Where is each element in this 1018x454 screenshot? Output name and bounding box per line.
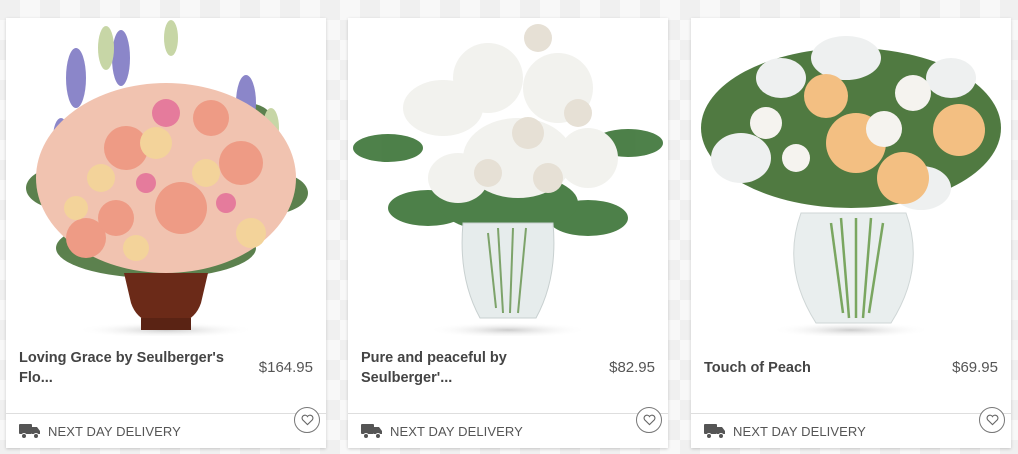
product-price: $69.95 [952, 359, 998, 376]
delivery-truck-icon [361, 424, 382, 439]
product-card[interactable]: Loving Grace by Seulberger's Flo... $164… [6, 18, 326, 448]
delivery-label: NEXT DAY DELIVERY [390, 424, 523, 439]
delivery-label: NEXT DAY DELIVERY [733, 424, 866, 439]
favorite-button[interactable] [979, 407, 1005, 433]
product-image[interactable] [6, 18, 326, 336]
product-card[interactable]: Touch of Peach $69.95 NEXT DAY DELIVERY [691, 18, 1011, 448]
product-title[interactable]: Pure and peaceful by Seulberger'... [361, 348, 576, 388]
favorite-button[interactable] [294, 407, 320, 433]
flower-arrangement-image [26, 20, 308, 336]
heart-icon [643, 414, 655, 426]
flower-arrangement-image [353, 24, 663, 336]
product-price: $82.95 [609, 359, 655, 376]
delivery-truck-icon [19, 424, 40, 439]
product-footer: NEXT DAY DELIVERY [691, 407, 1011, 448]
product-footer: NEXT DAY DELIVERY [6, 407, 326, 448]
product-image[interactable] [691, 18, 1011, 336]
delivery-label: NEXT DAY DELIVERY [48, 424, 181, 439]
delivery-truck-icon [704, 424, 725, 439]
favorite-button[interactable] [636, 407, 662, 433]
product-card[interactable]: Pure and peaceful by Seulberger'... $82.… [348, 18, 668, 448]
product-price: $164.95 [258, 359, 313, 376]
heart-icon [301, 414, 313, 426]
product-image[interactable] [348, 18, 668, 336]
product-title[interactable]: Touch of Peach [704, 358, 919, 378]
heart-icon [986, 414, 998, 426]
product-info: Touch of Peach $69.95 [691, 336, 1011, 414]
product-title[interactable]: Loving Grace by Seulberger's Flo... [19, 348, 234, 388]
product-footer: NEXT DAY DELIVERY [348, 407, 668, 448]
product-info: Loving Grace by Seulberger's Flo... $164… [6, 336, 326, 414]
flower-arrangement-image [701, 36, 1001, 336]
product-info: Pure and peaceful by Seulberger'... $82.… [348, 336, 668, 414]
